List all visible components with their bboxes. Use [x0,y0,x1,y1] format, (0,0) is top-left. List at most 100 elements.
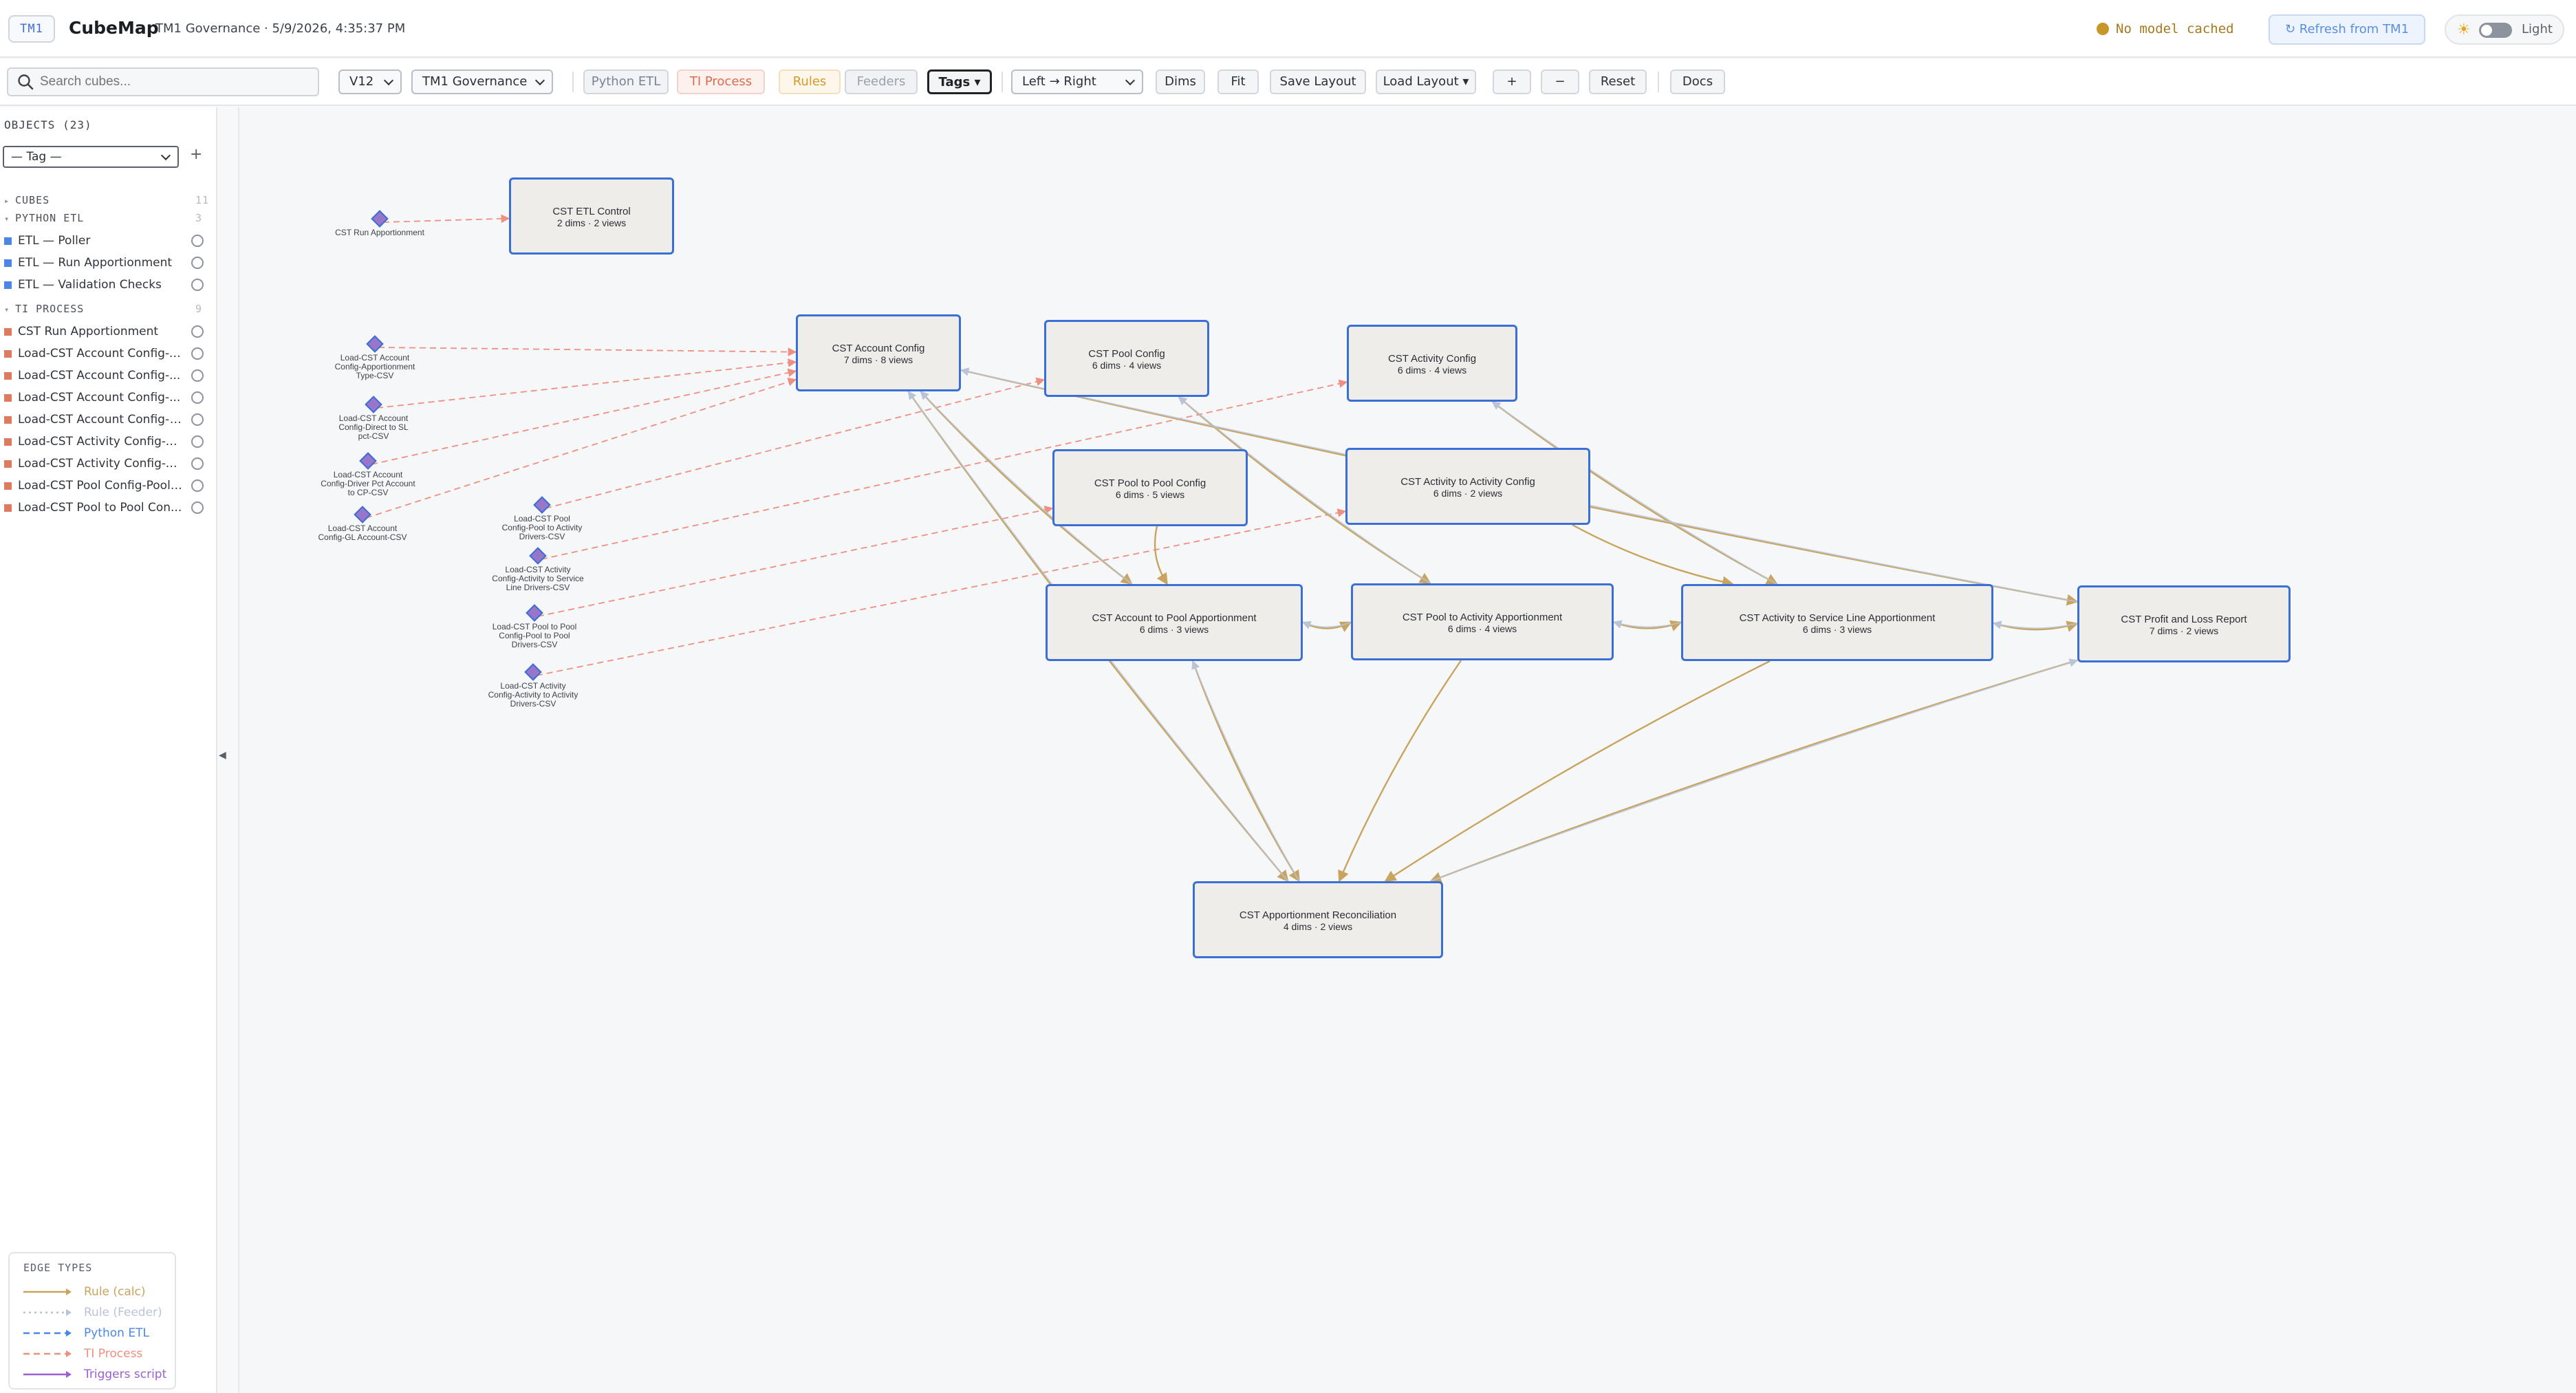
visibility-toggle[interactable] [191,479,204,492]
cube-node[interactable]: CST ETL Control 2 dims · 2 views [509,177,674,255]
legend-label: Triggers script [84,1368,167,1381]
cube-node[interactable]: CST Profit and Loss Report 7 dims · 2 vie… [2077,585,2291,662]
cube-node[interactable]: CST Pool Config 6 dims · 4 views [1044,320,1209,397]
visibility-toggle[interactable] [191,279,204,291]
ti-process-node[interactable]: Load-CST Account Config-Direct to SL pct-C… [338,396,409,441]
visibility-toggle[interactable] [191,413,204,426]
ti-process-node[interactable]: Load-CST Pool Config-Pool to Activity Driv… [502,496,582,541]
type-color-icon [4,237,12,245]
cube-name: CST Account to Pool Apportionment [1092,612,1257,624]
sidebar-item-label: Load-CST Activity Config-A... [18,457,184,471]
visibility-toggle[interactable] [191,369,204,382]
graph-canvas[interactable] [238,107,2576,1393]
feeders-filter-button[interactable]: Feeders [845,69,918,94]
zoom-out-button[interactable]: − [1541,69,1579,94]
sidebar-item[interactable]: Load-CST Account Config-G... [4,410,210,429]
cube-meta: 6 dims · 4 views [1397,365,1467,376]
section-header-python-etl[interactable]: ▾ PYTHON ETL 3 [4,212,202,224]
sidebar-item[interactable]: CST Run Apportionment [4,322,210,341]
cube-meta: 6 dims · 4 views [1447,623,1517,634]
sidebar-item[interactable]: Load-CST Account Config-A... [4,344,210,363]
legend-line-icon [23,1350,72,1357]
visibility-toggle[interactable] [191,325,204,338]
search-box[interactable] [7,67,319,96]
type-color-icon [4,504,12,512]
legend-item-feeder: Rule (Feeder) [23,1304,175,1321]
cube-node[interactable]: CST Pool to Activity Apportionment 6 dims… [1351,583,1614,660]
layout-direction-select[interactable]: Left → Right [1011,69,1143,94]
add-tag-button[interactable]: + [190,146,202,163]
tags-dropdown-button[interactable]: Tags ▾ [927,69,992,94]
process-label: Load-CST Account Config-GL Account-CSV [287,524,438,542]
visibility-toggle[interactable] [191,347,204,360]
sidebar-item[interactable]: ETL — Poller [4,231,210,250]
load-layout-button[interactable]: Load Layout ▾ [1376,69,1476,94]
cube-node[interactable]: CST Activity to Activity Config 6 dims · … [1345,448,1590,525]
dims-button[interactable]: Dims [1156,69,1205,94]
visibility-toggle[interactable] [191,235,204,247]
theme-toggle[interactable]: ☀ Light [2445,14,2564,45]
sidebar-item[interactable]: Load-CST Pool Config-Pool ... [4,476,210,495]
docs-button[interactable]: Docs [1670,69,1725,94]
toolbar-divider [572,72,574,92]
visibility-toggle[interactable] [191,257,204,269]
section-header-cubes[interactable]: ▸ CUBES 11 [4,194,208,206]
process-label: Load-CST Account Config-Apportionment Type… [299,354,451,380]
python-etl-filter-button[interactable]: Python ETL [583,69,669,94]
sidebar-item[interactable]: Load-CST Activity Config-A... [4,432,210,451]
sidebar-item[interactable]: Load-CST Account Config-... [4,388,210,407]
sidebar-item[interactable]: ETL — Run Apportionment [4,253,210,272]
cubemap-app: TM1 CubeMap TM1 Governance · 5/9/2026, 4… [0,0,2576,1393]
sidebar-item[interactable]: Load-CST Account Config-... [4,366,210,385]
legend-item-rule: Rule (calc) [23,1284,175,1300]
ti-process-node[interactable]: Load-CST Account Config-GL Account-CSV [318,506,407,542]
sidebar-item[interactable]: ETL — Validation Checks [4,275,210,294]
process-label-line: CST Run Apportionment [335,228,424,237]
type-color-icon [4,372,12,380]
search-input[interactable] [40,73,308,91]
fit-button[interactable]: Fit [1217,69,1259,94]
legend-label: Python ETL [84,1326,149,1340]
app-subtitle: TM1 Governance · 5/9/2026, 4:35:37 PM [155,21,406,36]
cube-node[interactable]: CST Activity to Service Line Apportionme… [1681,584,1993,661]
reset-button[interactable]: Reset [1589,69,1647,94]
sidebar-item-label: Load-CST Account Config-... [18,369,181,382]
visibility-toggle[interactable] [191,435,204,448]
cube-meta: 6 dims · 3 views [1139,624,1209,635]
process-label-line: Drivers-CSV [511,640,558,649]
toolbar: V12 TM1 Governance Python ETL TI Process… [0,59,2576,106]
zoom-in-button[interactable]: + [1493,69,1531,94]
tag-filter-select[interactable]: — Tag — [3,146,179,168]
rules-filter-button[interactable]: Rules [779,69,841,94]
version-select[interactable]: V12 [338,69,402,94]
edge-types-legend: EDGE TYPES Rule (calc) Rule (Feeder) Pytho… [8,1252,176,1390]
visibility-toggle[interactable] [191,391,204,404]
refresh-from-tm1-button[interactable]: ↻ Refresh from TM1 [2269,14,2425,45]
cube-node[interactable]: CST Apportionment Reconciliation 4 dims ·… [1193,881,1443,958]
ti-process-node[interactable]: Load-CST Account Config-Apportionment Type… [335,335,415,380]
ti-process-filter-button[interactable]: TI Process [677,69,765,94]
cube-node[interactable]: CST Account Config 7 dims · 8 views [796,314,961,391]
server-select[interactable]: TM1 Governance [411,69,553,94]
cube-node[interactable]: CST Account to Pool Apportionment 6 dims … [1046,584,1303,661]
ti-process-node[interactable]: Load-CST Pool to Pool Config-Pool to Pool… [493,604,576,649]
process-label-line: to CP-CSV [347,488,389,497]
section-header-ti-process[interactable]: ▾ TI PROCESS 9 [4,303,202,315]
sidebar-item[interactable]: Load-CST Activity Config-A... [4,454,210,473]
save-layout-button[interactable]: Save Layout [1270,69,1366,94]
ti-process-node[interactable]: Load-CST Account Config-Driver Pct Accoun… [321,452,415,497]
visibility-toggle[interactable] [191,501,204,514]
ti-process-node[interactable]: Load-CST Activity Config-Activity to Acti… [488,663,578,709]
sidebar-item-label: ETL — Poller [18,234,91,248]
sidebar-item-label: Load-CST Account Config-G... [18,413,184,426]
cube-node[interactable]: CST Pool to Pool Config 6 dims · 5 views [1052,449,1248,526]
cube-node[interactable]: CST Activity Config 6 dims · 4 views [1347,325,1517,402]
cube-name: CST Activity Config [1387,353,1477,365]
sidebar-item[interactable]: Load-CST Pool to Pool Con... [4,498,210,517]
objects-sidebar: OBJECTS (23) — Tag — + ▸ CUBES 11 ▾ PYTHON E… [0,107,217,1393]
ti-process-node[interactable]: Load-CST Activity Config-Activity to Serv… [492,547,584,592]
visibility-toggle[interactable] [191,457,204,470]
theme-switch[interactable] [2479,23,2512,38]
collapse-sidebar-icon[interactable]: ◀ [219,750,226,761]
ti-process-node[interactable]: CST Run Apportionment [335,210,424,237]
